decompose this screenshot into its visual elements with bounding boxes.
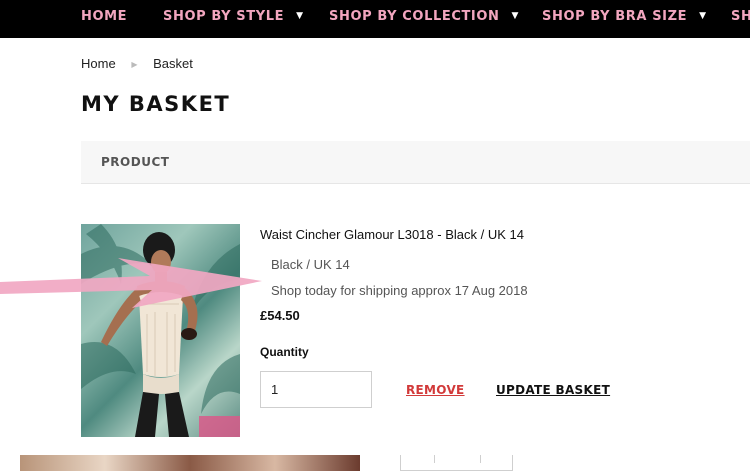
nav-item-home[interactable]: HOME	[81, 0, 127, 38]
breadcrumb-current: Basket	[153, 56, 193, 71]
table-header-product: PRODUCT	[101, 155, 170, 169]
breadcrumb-home-link[interactable]: Home	[81, 56, 116, 71]
shipping-estimate: Shop today for shipping approx 17 Aug 20…	[271, 283, 528, 298]
quantity-label: Quantity	[260, 345, 309, 359]
page-title: MY BASKET	[81, 92, 231, 116]
stepper-divider	[434, 455, 435, 463]
pink-pointer-arrow-icon	[0, 258, 262, 308]
stepper-divider	[480, 455, 481, 463]
nav-item-shop-by-collection[interactable]: SHOP BY COLLECTION ▼	[329, 0, 519, 38]
top-navigation-bar: HOME SHOP BY STYLE ▼ SHOP BY COLLECTION ▼ …	[0, 0, 750, 38]
caret-down-icon: ▼	[296, 11, 304, 21]
product-price: £54.50	[260, 308, 300, 323]
nav-item-truncated[interactable]: SH	[731, 0, 750, 38]
quantity-input[interactable]	[260, 371, 372, 408]
nav-item-shop-by-bra-size[interactable]: SHOP BY BRA SIZE ▼	[542, 0, 707, 38]
nav-item-shop-by-style[interactable]: SHOP BY STYLE ▼	[163, 0, 304, 38]
breadcrumb-separator-icon: ▶	[131, 60, 138, 69]
table-header: PRODUCT	[81, 141, 750, 184]
breadcrumb: Home ▶ Basket	[81, 56, 193, 71]
update-basket-button[interactable]: UPDATE BASKET	[496, 383, 610, 397]
remove-button[interactable]: REMOVE	[406, 383, 465, 397]
next-product-image[interactable]	[20, 455, 360, 471]
product-title-link[interactable]: Waist Cincher Glamour L3018 - Black / UK…	[260, 227, 524, 242]
caret-down-icon: ▼	[511, 11, 520, 21]
product-variant: Black / UK 14	[271, 257, 350, 272]
next-quantity-input[interactable]	[400, 455, 513, 471]
caret-down-icon: ▼	[699, 11, 707, 21]
